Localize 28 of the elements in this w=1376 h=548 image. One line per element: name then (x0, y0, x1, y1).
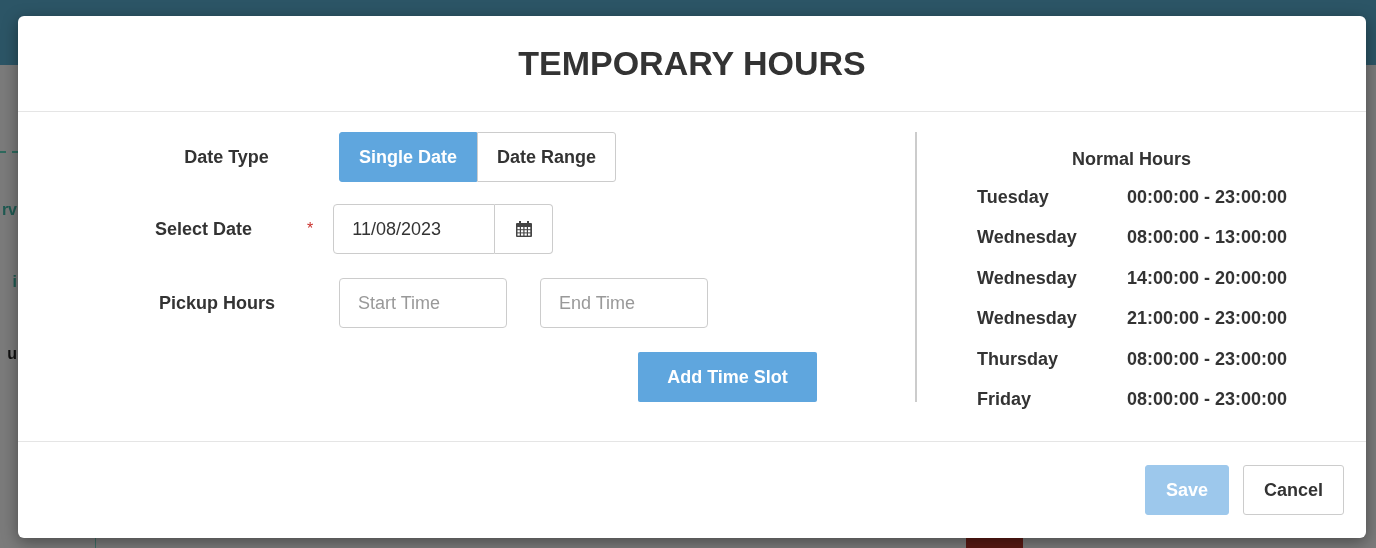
normal-hours-title: Normal Hours (1071, 148, 1192, 171)
field-label: Pickup Hours (159, 291, 277, 315)
background-text: u (7, 344, 18, 364)
hours-text: 00:00:00 - 23:00:00 (1127, 185, 1288, 209)
end-time-field[interactable]: End Time (540, 278, 708, 328)
field-label: Date Type (183, 145, 270, 169)
day-text: Friday (977, 388, 1033, 412)
hours-text: 08:00:00 - 13:00:00 (1127, 226, 1288, 250)
hours-text: 08:00:00 - 23:00:00 (1127, 347, 1288, 371)
start-time-field[interactable]: Start Time (339, 278, 507, 328)
cancel-button[interactable]: Cancel (1242, 465, 1344, 515)
day-text: Tuesday (977, 185, 1050, 209)
day-text: Wednesday (977, 307, 1078, 331)
day-text: Wednesday (977, 266, 1078, 290)
dialog-title: TEMPORARY HOURS (518, 43, 866, 84)
date-field[interactable]: 11/08/2023 (333, 204, 496, 254)
hours-text: 08:00:00 - 23:00:00 (1127, 388, 1288, 412)
hours-text: 14:00:00 - 20:00:00 (1127, 266, 1288, 290)
calendar-button[interactable] (495, 204, 554, 254)
hours-text: 21:00:00 - 23:00:00 (1127, 307, 1288, 331)
day-text: Thursday (977, 347, 1060, 371)
field-label: Select Date (155, 217, 254, 241)
day-text: Wednesday (977, 226, 1078, 250)
background-text: rv (1, 200, 18, 220)
date-type-toggle[interactable]: Date Range (477, 132, 617, 182)
required-mark: * (307, 219, 314, 239)
background-text: i (12, 272, 18, 292)
calendar-icon (513, 219, 534, 239)
